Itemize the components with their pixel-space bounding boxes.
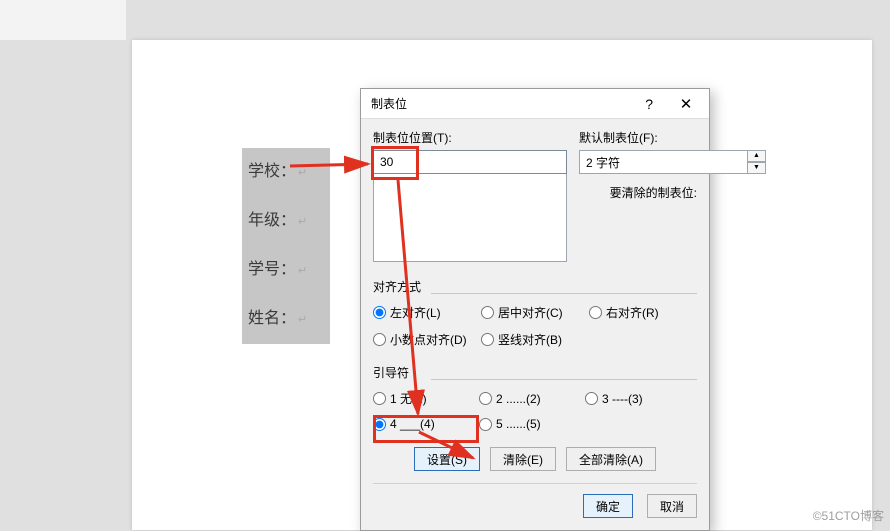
set-button[interactable]: 设置(S) bbox=[414, 447, 480, 471]
spinner-up-icon[interactable]: ▲ bbox=[748, 150, 766, 162]
cancel-button[interactable]: 取消 bbox=[647, 494, 697, 518]
tab-position-list[interactable] bbox=[373, 174, 567, 262]
ruler-gutter bbox=[0, 0, 126, 40]
leader-2-radio[interactable]: 2 ......(2) bbox=[479, 390, 585, 407]
align-bar-radio[interactable]: 竖线对齐(B) bbox=[481, 331, 581, 348]
clear-button[interactable]: 清除(E) bbox=[490, 447, 556, 471]
alignment-heading: 对齐方式 bbox=[373, 278, 425, 295]
align-center-radio[interactable]: 居中对齐(C) bbox=[481, 304, 581, 321]
doc-row: 年级：↵ bbox=[242, 197, 330, 246]
dialog-title: 制表位 bbox=[371, 95, 407, 112]
default-tab-label: 默认制表位(F): bbox=[579, 129, 697, 146]
leader-4-radio[interactable]: 4 ___(4) bbox=[373, 417, 479, 431]
doc-label: 学校： bbox=[248, 163, 296, 180]
pilcrow-icon: ↵ bbox=[298, 265, 307, 277]
leader-group: 1 无(1) 2 ......(2) 3 ----(3) 4 ___(4) 5 … bbox=[373, 390, 697, 441]
pilcrow-icon: ↵ bbox=[298, 314, 307, 326]
tab-position-label: 制表位位置(T): bbox=[373, 129, 567, 146]
leader-heading: 引导符 bbox=[373, 364, 413, 381]
close-icon[interactable]: ✕ bbox=[669, 95, 703, 113]
ok-button[interactable]: 确定 bbox=[583, 494, 633, 518]
leader-5-radio[interactable]: 5 ......(5) bbox=[479, 417, 585, 431]
align-left-radio[interactable]: 左对齐(L) bbox=[373, 304, 473, 321]
default-tab-input[interactable] bbox=[579, 150, 748, 174]
leader-1-radio[interactable]: 1 无(1) bbox=[373, 390, 479, 407]
help-icon[interactable]: ? bbox=[645, 96, 653, 112]
align-decimal-radio[interactable]: 小数点对齐(D) bbox=[373, 331, 473, 348]
clear-all-button[interactable]: 全部清除(A) bbox=[566, 447, 656, 471]
pilcrow-icon: ↵ bbox=[298, 167, 307, 179]
doc-label: 年级： bbox=[248, 212, 296, 229]
leader-3-radio[interactable]: 3 ----(3) bbox=[585, 390, 691, 407]
align-right-radio[interactable]: 右对齐(R) bbox=[589, 304, 689, 321]
doc-row: 学号：↵ bbox=[242, 246, 330, 295]
spinner-down-icon[interactable]: ▼ bbox=[748, 162, 766, 174]
tab-position-input[interactable] bbox=[373, 150, 567, 174]
selected-text-block: 学校：↵ 年级：↵ 学号：↵ 姓名：↵ bbox=[242, 148, 330, 344]
doc-row: 学校：↵ bbox=[242, 148, 330, 197]
watermark: ©51CTO博客 bbox=[813, 507, 884, 524]
clear-pending-label: 要清除的制表位: bbox=[579, 184, 697, 201]
doc-label: 姓名： bbox=[248, 310, 296, 327]
pilcrow-icon: ↵ bbox=[298, 216, 307, 228]
doc-label: 学号： bbox=[248, 261, 296, 278]
default-tab-spinner[interactable]: ▲ ▼ bbox=[579, 150, 697, 174]
tabs-dialog: 制表位 ? ✕ 制表位位置(T): 默认制表位(F): ▲ ▼ bbox=[360, 88, 710, 531]
dialog-titlebar[interactable]: 制表位 ? ✕ bbox=[361, 89, 709, 119]
doc-row: 姓名：↵ bbox=[242, 295, 330, 344]
alignment-group: 左对齐(L) 居中对齐(C) 右对齐(R) bbox=[373, 304, 697, 321]
